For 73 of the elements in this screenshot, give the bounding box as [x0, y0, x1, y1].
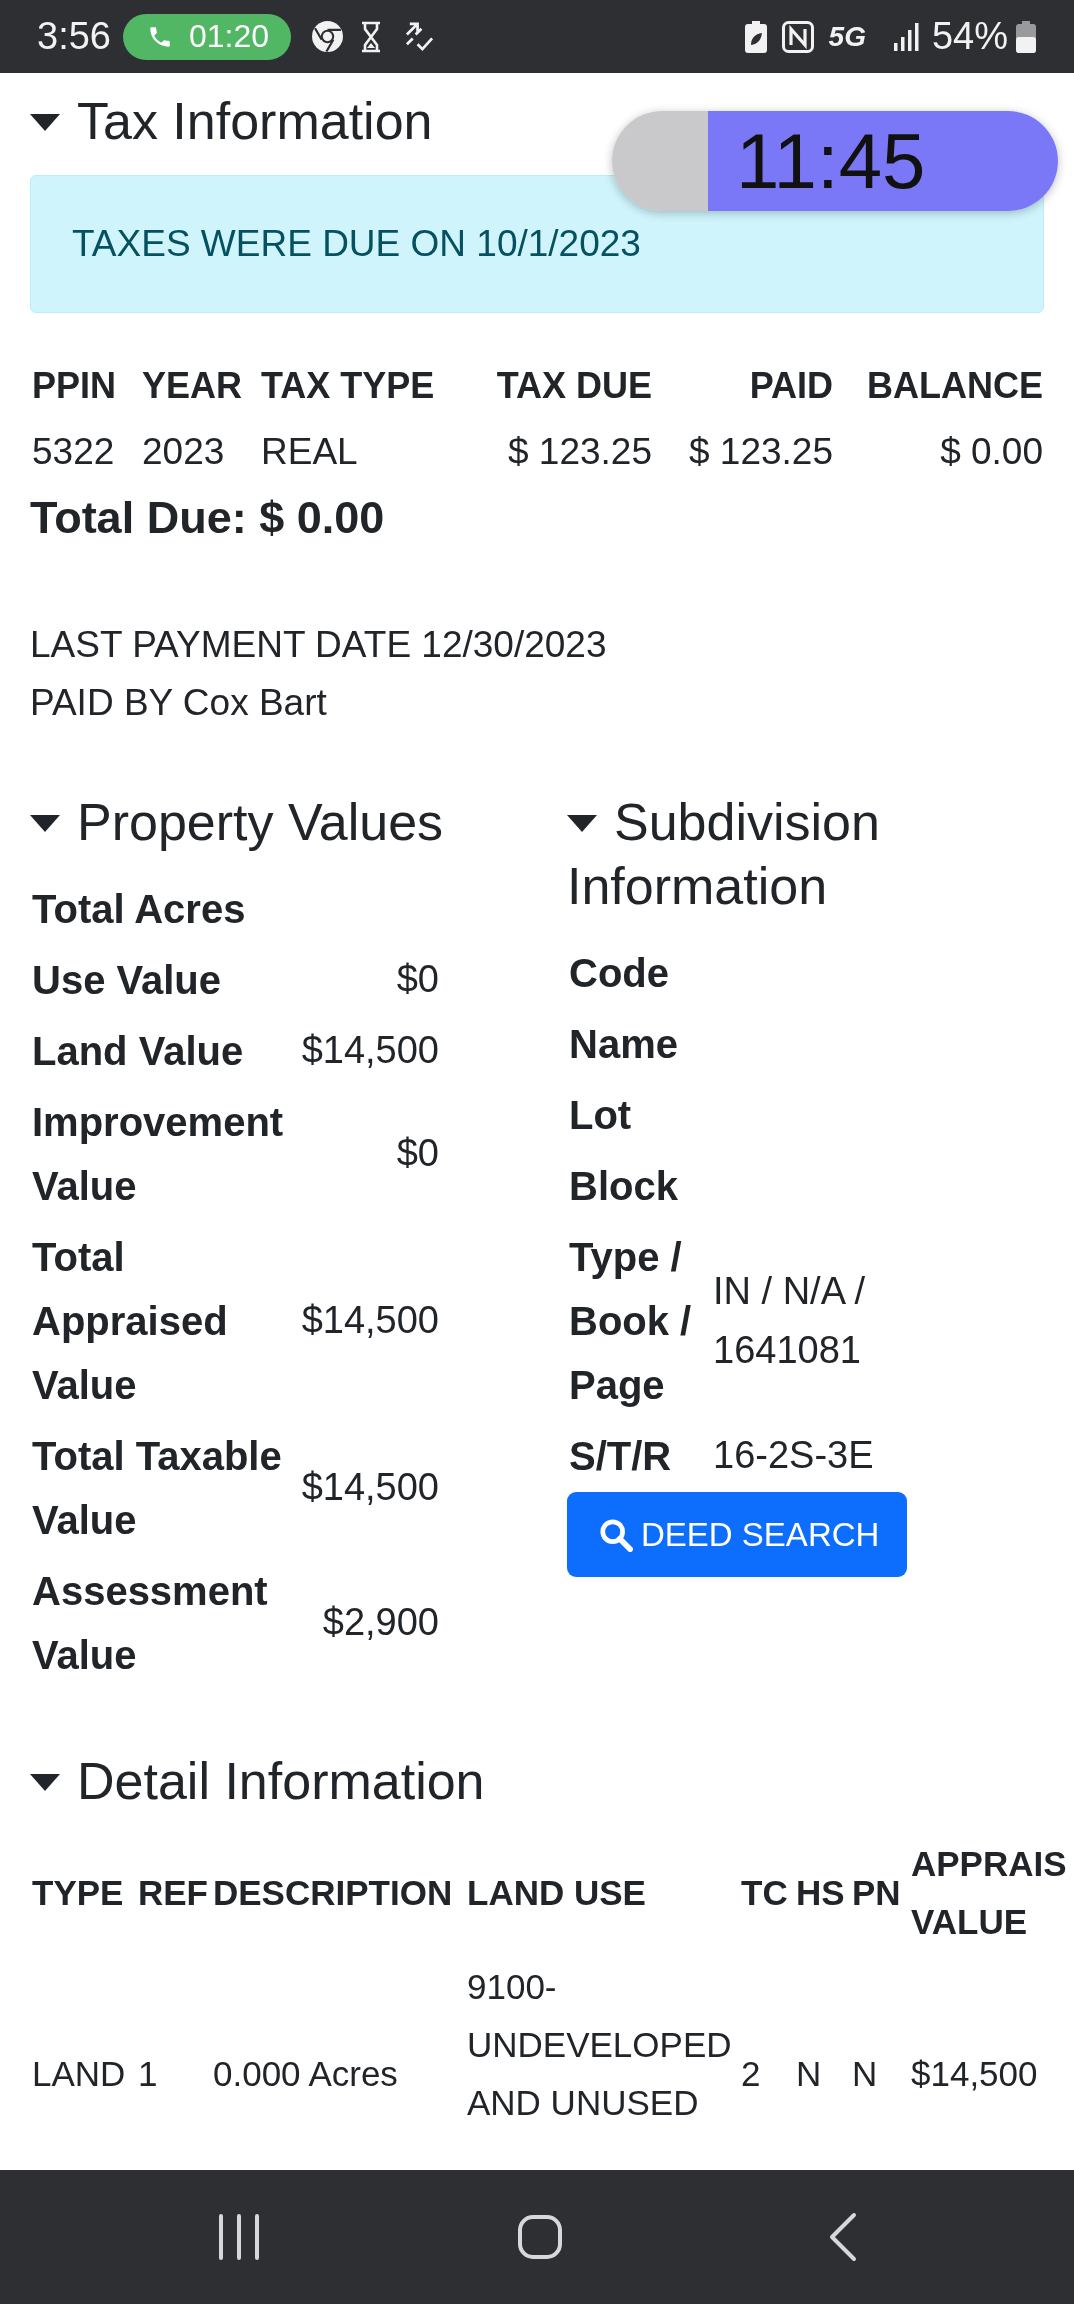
total-due: Total Due: $ 0.00 — [30, 491, 386, 545]
column-header: YEAR — [142, 353, 261, 419]
table-cell-text: $ 0.00 — [939, 430, 1043, 474]
recents-icon[interactable] — [218, 2214, 260, 2260]
field-value: $2,900 — [322, 1601, 439, 1643]
battery-icon — [1016, 20, 1036, 53]
field-label: Name — [568, 1020, 679, 1068]
field-label: Improvement Value — [31, 1098, 285, 1210]
column-header: LAND USE — [467, 1831, 741, 1955]
field-value: $14,500 — [301, 1029, 439, 1071]
column-header: TYPE — [32, 1872, 125, 1914]
battery-leaf-icon — [744, 20, 767, 53]
column-header: TAX TYPE — [261, 364, 436, 408]
column-header: BALANCE — [866, 364, 1043, 408]
field-value: IN / N/A / 1641081 — [713, 1269, 866, 1371]
field-label: Assessment Value — [31, 1567, 269, 1679]
table-cell-text: 2 — [741, 2053, 762, 2095]
field-value: 16-2S-3E — [713, 1434, 874, 1476]
call-timer: 01:20 — [188, 18, 270, 55]
field-label: S/T/R — [568, 1432, 673, 1480]
table-cell-text: 5322 — [32, 430, 116, 474]
last-payment-date: LAST PAYMENT DATE 12/30/2023 — [30, 623, 608, 667]
table-cell-text: REAL — [261, 430, 359, 474]
column-header: PAID — [748, 364, 833, 408]
column-header: HS — [796, 1872, 846, 1914]
table-cell-text: 1 — [138, 2053, 159, 2095]
column-header: TC — [741, 1872, 789, 1914]
timer-handle[interactable] — [612, 111, 708, 211]
field-value: $14,500 — [301, 1466, 439, 1508]
field-label: Land Value — [31, 1027, 245, 1075]
table-cell-text: 2023 — [142, 430, 226, 474]
battery-percent: 54% — [931, 15, 1008, 58]
column-header: PPIN — [32, 353, 142, 419]
table-cell-text: $14,500 — [911, 2053, 1039, 2095]
browser-icon — [311, 20, 345, 53]
back-icon[interactable] — [829, 2212, 857, 2262]
section-header[interactable]: Tax Information — [30, 89, 433, 153]
network-type: 5G — [828, 20, 866, 53]
signal-icon — [893, 22, 920, 51]
field-label: Lot — [568, 1091, 633, 1139]
field-label: Total Acres — [31, 885, 247, 933]
field-value: $0 — [396, 958, 439, 1000]
table-cell-text: N — [796, 2053, 823, 2095]
table-cell-text: 0.000 Acres — [213, 2053, 399, 2095]
column-header: TAX DUE — [495, 364, 652, 408]
column-header: APPRAIS VALUE — [911, 1843, 1068, 1943]
table-cell-text: LAND — [32, 2053, 127, 2095]
field-label: Block — [568, 1162, 679, 1210]
field-value: $0 — [396, 1132, 439, 1174]
sync-check-icon — [404, 21, 436, 52]
field-value: $14,500 — [301, 1299, 439, 1341]
deed-search-button[interactable]: DEED SEARCH — [567, 1492, 908, 1577]
clock-time: 3:56 — [37, 15, 111, 58]
table-cell-text: N — [852, 2053, 879, 2095]
table-cell-text: 9100-UNDEVELOPED AND UNUSED — [467, 1966, 733, 2124]
section-header[interactable]: Property Values — [30, 790, 444, 854]
column-header: REF — [138, 1872, 209, 1914]
table-cell-text: $ 123.25 — [687, 430, 833, 474]
field-label: Use Value — [31, 956, 222, 1004]
paid-by: PAID BY Cox Bart — [30, 681, 328, 725]
nfc-icon — [781, 20, 814, 53]
column-header: PN — [852, 1831, 911, 1955]
column-header: DESCRIPTION — [213, 1872, 454, 1914]
hourglass-icon — [360, 20, 383, 53]
field-label: Code — [568, 949, 670, 997]
search-icon — [599, 1517, 633, 1552]
field-label: Total Appraised Value — [31, 1233, 229, 1409]
home-icon[interactable] — [517, 2214, 563, 2260]
table-cell-text: $ 123.25 — [506, 430, 652, 474]
section-header[interactable]: Subdivision Information — [567, 790, 1044, 918]
field-label: Type / Book / Page — [568, 1233, 693, 1409]
field-label: Total Taxable Value — [31, 1432, 283, 1544]
section-header[interactable]: Detail Information — [30, 1749, 485, 1813]
